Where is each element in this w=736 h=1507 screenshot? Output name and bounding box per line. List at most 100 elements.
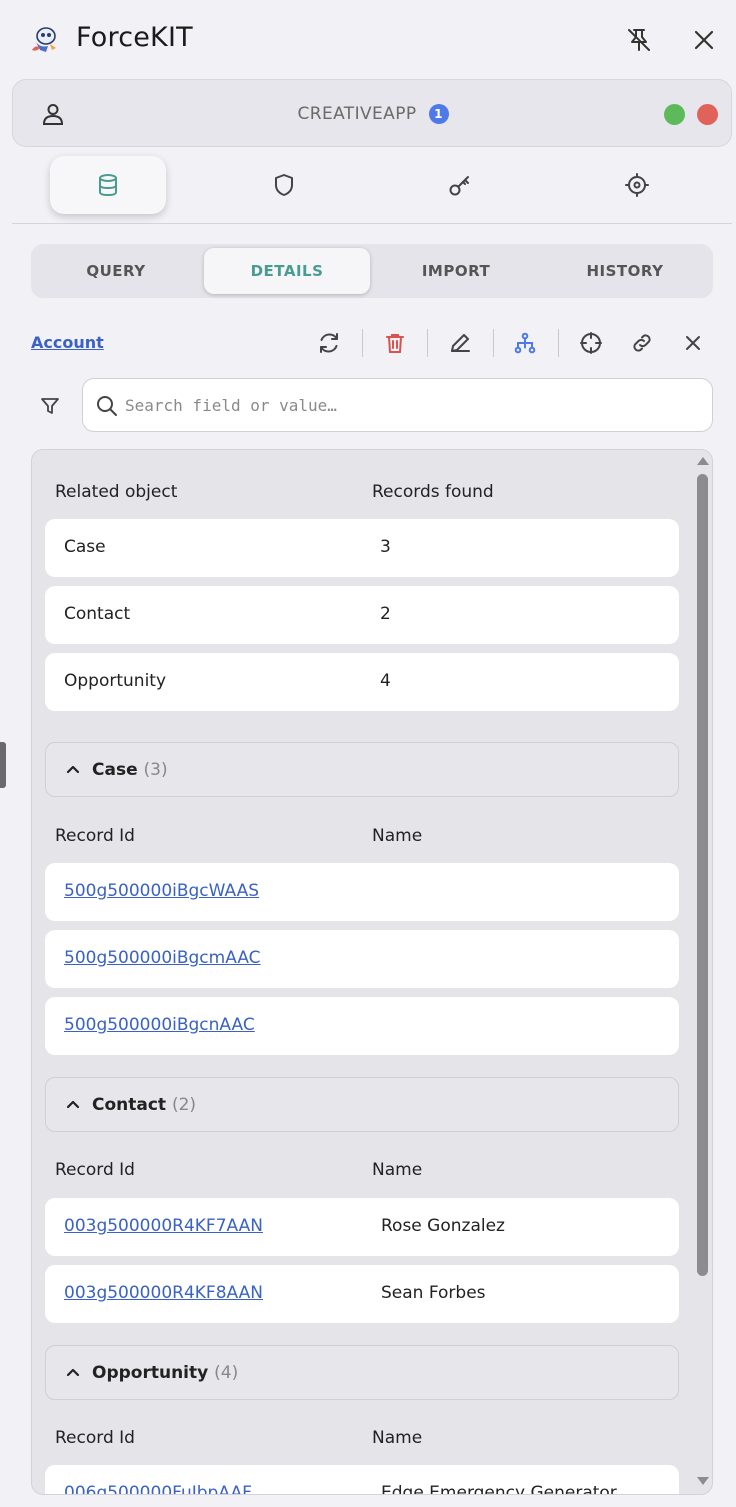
column-header: Records found [372,482,494,502]
section-count: (4) [214,1363,239,1383]
filter-icon [41,398,59,414]
shield-icon [275,174,293,196]
org-bar: CREATIVEAPP 1 [12,79,732,147]
table-row[interactable]: Case 3 [45,519,679,577]
notification-badge[interactable]: 1 [428,104,449,124]
icon-tab-bar [12,150,732,224]
search-box [82,378,713,432]
section-count: (3) [143,760,168,780]
table-row: 500g500000iBgcmAAC [45,930,679,988]
toolbar-divider [362,329,363,357]
link-icon [633,334,651,352]
section-title: Opportunity (4) [92,1363,239,1383]
app-title: ForceKIT [76,22,193,53]
records-count: 2 [380,604,391,624]
tab-details[interactable]: DETAILS [204,248,370,294]
edit-button[interactable] [445,328,475,358]
chevron-up-icon [66,765,80,774]
refresh-icon [320,333,338,353]
hierarchy-icon [514,332,536,354]
record-id-link[interactable]: 006g500000FuIbpAAF [64,1483,252,1494]
search-icon [97,396,117,416]
chevron-up-icon [66,1100,80,1109]
close-record-button[interactable] [678,328,708,358]
scroll-down-arrow-icon[interactable] [695,1474,711,1488]
record-name: Edge Emergency Generator [381,1483,617,1495]
sub-tab-bar: QUERY DETAILS IMPORT HISTORY [31,244,713,298]
record-id-link[interactable]: 500g500000iBgcWAAS [64,881,259,901]
locate-button[interactable] [576,328,606,358]
column-header: Record Id [55,1428,135,1448]
org-name: CREATIVEAPP 1 [13,104,733,124]
tab-settings[interactable] [579,156,695,214]
scroll-up-arrow-icon[interactable] [695,454,711,468]
column-header: Name [372,1160,423,1180]
delete-button[interactable] [380,328,410,358]
related-object-name: Opportunity [64,671,167,691]
close-icon [686,336,700,350]
close-button[interactable] [686,22,722,58]
settings-icon [625,173,649,197]
resize-handle[interactable] [0,742,6,788]
scrollbar-thumb[interactable] [697,474,708,1276]
column-header: Name [372,826,423,846]
table-row: 003g500000R4KF8AAN Sean Forbes [45,1265,679,1323]
tab-import[interactable]: IMPORT [373,248,539,294]
status-dot-green[interactable] [664,104,685,125]
record-id-link[interactable]: 500g500000iBgcmAAC [64,948,261,968]
record-name: Rose Gonzalez [381,1216,505,1236]
status-dot-red[interactable] [697,104,718,125]
unpin-icon [628,29,650,51]
related-records-panel[interactable]: Related object Records found Case 3 Cont… [31,449,713,1495]
table-row: 500g500000iBgcWAAS [45,863,679,921]
filter-button[interactable] [36,392,64,420]
tab-keys[interactable] [402,156,518,214]
hierarchy-button[interactable] [510,328,540,358]
toolbar-divider [493,329,494,357]
column-header: Name [372,1428,423,1448]
table-row: 003g500000R4KF7AAN Rose Gonzalez [45,1198,679,1256]
section-header-case[interactable]: Case (3) [45,742,679,797]
column-header: Related object [55,482,178,502]
refresh-button[interactable] [314,328,344,358]
tab-query[interactable]: QUERY [33,248,199,294]
record-id-link[interactable]: 500g500000iBgcnAAC [64,1015,255,1035]
delete-icon [386,334,404,353]
column-header: Record Id [55,1160,135,1180]
search-input[interactable] [125,387,695,423]
records-count: 4 [380,671,391,691]
records-count: 3 [380,537,391,557]
crosshair-icon [580,332,602,354]
related-object-name: Case [64,537,106,557]
database-icon [99,174,117,197]
key-icon [449,176,469,196]
section-header-opportunity[interactable]: Opportunity (4) [45,1345,679,1400]
tab-security[interactable] [226,156,342,214]
app-header: ForceKIT [0,0,736,80]
rocket-mascot-icon [26,22,62,58]
table-row[interactable]: Contact 2 [45,586,679,644]
record-id-link[interactable]: 003g500000R4KF8AAN [64,1283,263,1303]
toolbar-divider [427,329,428,357]
toolbar-divider [558,329,559,357]
section-title: Contact (2) [92,1095,197,1115]
table-row: 500g500000iBgcnAAC [45,997,679,1055]
unpin-button[interactable] [621,22,657,58]
tab-history[interactable]: HISTORY [542,248,708,294]
record-id-link[interactable]: 003g500000R4KF7AAN [64,1216,263,1236]
panel-content: Related object Records found Case 3 Cont… [32,450,692,1495]
close-icon [694,30,714,50]
edit-icon [451,334,470,352]
chevron-up-icon [66,1368,80,1377]
record-name: Sean Forbes [381,1283,486,1303]
org-label: CREATIVEAPP [297,104,417,124]
section-header-contact[interactable]: Contact (2) [45,1077,679,1132]
section-title: Case (3) [92,760,168,780]
section-count: (2) [171,1095,197,1115]
table-row[interactable]: Opportunity 4 [45,653,679,711]
tab-database[interactable] [50,156,166,214]
column-header: Record Id [55,826,135,846]
related-object-name: Contact [64,604,131,624]
object-link[interactable]: Account [31,333,104,352]
copy-link-button[interactable] [627,328,657,358]
